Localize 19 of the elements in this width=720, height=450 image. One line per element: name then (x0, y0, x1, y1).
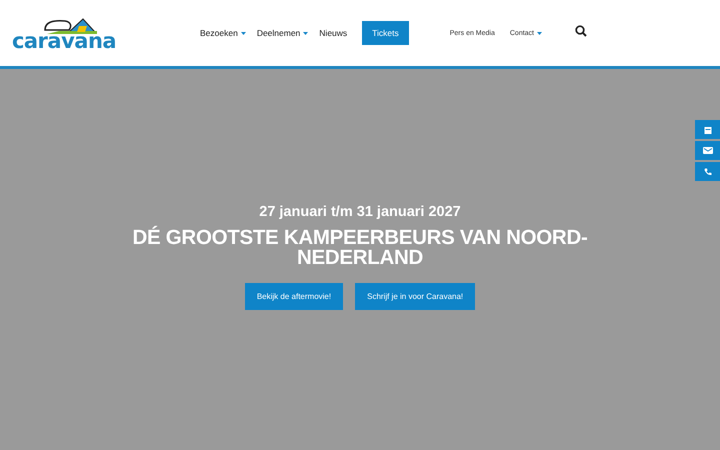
side-button[interactable] (695, 162, 720, 181)
caret-icon (303, 32, 308, 34)
logo-wordmark[interactable]: caravana (12, 31, 116, 52)
search-icon[interactable] (575, 25, 587, 37)
calendar-icon (704, 126, 712, 134)
caret-icon (537, 32, 542, 34)
nav-link[interactable]: Deelnemen (256, 28, 308, 38)
tickets-button[interactable]: Tickets (362, 21, 409, 45)
envelope-icon (702, 147, 712, 154)
side-button[interactable] (695, 141, 720, 160)
nav-link[interactable]: Bezoeken (200, 28, 246, 38)
hero-button[interactable]: Schrijf je in voor Caravana! (355, 282, 476, 310)
event-date: 27 januari t/m 31 januari 2027 (259, 204, 461, 220)
side-button[interactable] (695, 120, 720, 139)
nav-link[interactable]: Nieuws (319, 28, 348, 38)
caret-icon (240, 32, 246, 34)
hero-heading: DÉ GROOTSTE KAMPEERBEURS VAN NOORD-NEDERLAND (132, 228, 588, 267)
phone-icon (704, 168, 712, 176)
hero-button[interactable]: Bekijk de aftermovie! (244, 282, 344, 310)
